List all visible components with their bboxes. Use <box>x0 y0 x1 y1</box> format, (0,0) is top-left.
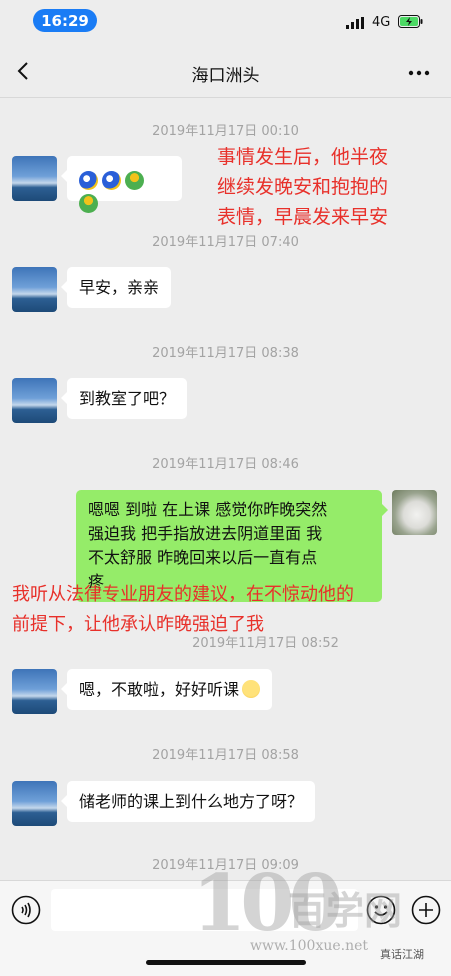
annotation-note: 我听从法律专业朋友的建议，在不惊动他的 前提下，让他承认昨晚强迫了我 <box>12 584 354 635</box>
contact-avatar[interactable] <box>12 267 57 312</box>
message-bubble[interactable]: 嗯，不敢啦，好好听课 <box>60 669 273 710</box>
goodnight-sticker-icon <box>79 171 98 190</box>
hug-sticker-icon <box>79 194 98 213</box>
message-bubble[interactable]: 到教室了吧？ <box>60 378 188 419</box>
timestamp: 2019年11月17日 08:46 <box>152 457 299 472</box>
network-label: 4G <box>372 15 391 30</box>
timestamp: 2019年11月17日 08:58 <box>152 748 299 763</box>
self-avatar[interactable] <box>392 490 437 535</box>
goodnight-sticker-icon <box>102 171 121 190</box>
contact-avatar[interactable] <box>12 378 57 423</box>
more-options-icon[interactable] <box>408 70 430 76</box>
annotation-note: 事情发生后，他半夜 继续发晚安和抱抱的 表情，早晨发来早安 <box>217 146 389 228</box>
status-time: 16:29 <box>33 9 97 32</box>
timestamp: 2019年11月17日 00:10 <box>152 124 299 139</box>
message-bubble[interactable]: 早安，亲亲 <box>60 267 172 308</box>
voice-input-icon[interactable] <box>11 895 41 925</box>
signal-icon <box>346 17 364 29</box>
message-bubble[interactable]: 储老师的课上到什么地方了呀？ <box>60 781 316 822</box>
smile-emoji-icon <box>242 680 261 698</box>
contact-avatar[interactable] <box>12 781 57 826</box>
chat-title: 海口洲头 <box>191 66 260 86</box>
sticker-message[interactable] <box>61 156 182 213</box>
timestamp: 2019年11月17日 08:52 <box>192 636 339 651</box>
chat-header: 海口洲头 <box>0 44 451 98</box>
home-indicator <box>146 960 306 965</box>
timestamp: 2019年11月17日 08:38 <box>152 346 299 361</box>
more-functions-plus-icon[interactable] <box>411 895 441 925</box>
timestamp: 2019年11月17日 07:40 <box>152 235 299 250</box>
watermark-account: 真话江湖 <box>380 948 424 961</box>
chat-history[interactable]: 2019年11月17日 00:10 事情发生后，他半夜 继续发晚安和抱抱的 表情… <box>0 98 451 880</box>
status-bar: 16:29 4G <box>0 0 451 44</box>
contact-avatar[interactable] <box>12 669 57 714</box>
battery-icon <box>398 15 423 28</box>
watermark-logo: 100 百学网 <box>192 858 403 949</box>
watermark-url: www.100xue.net <box>250 938 369 954</box>
contact-avatar[interactable] <box>12 156 57 201</box>
hug-sticker-icon <box>125 171 144 190</box>
